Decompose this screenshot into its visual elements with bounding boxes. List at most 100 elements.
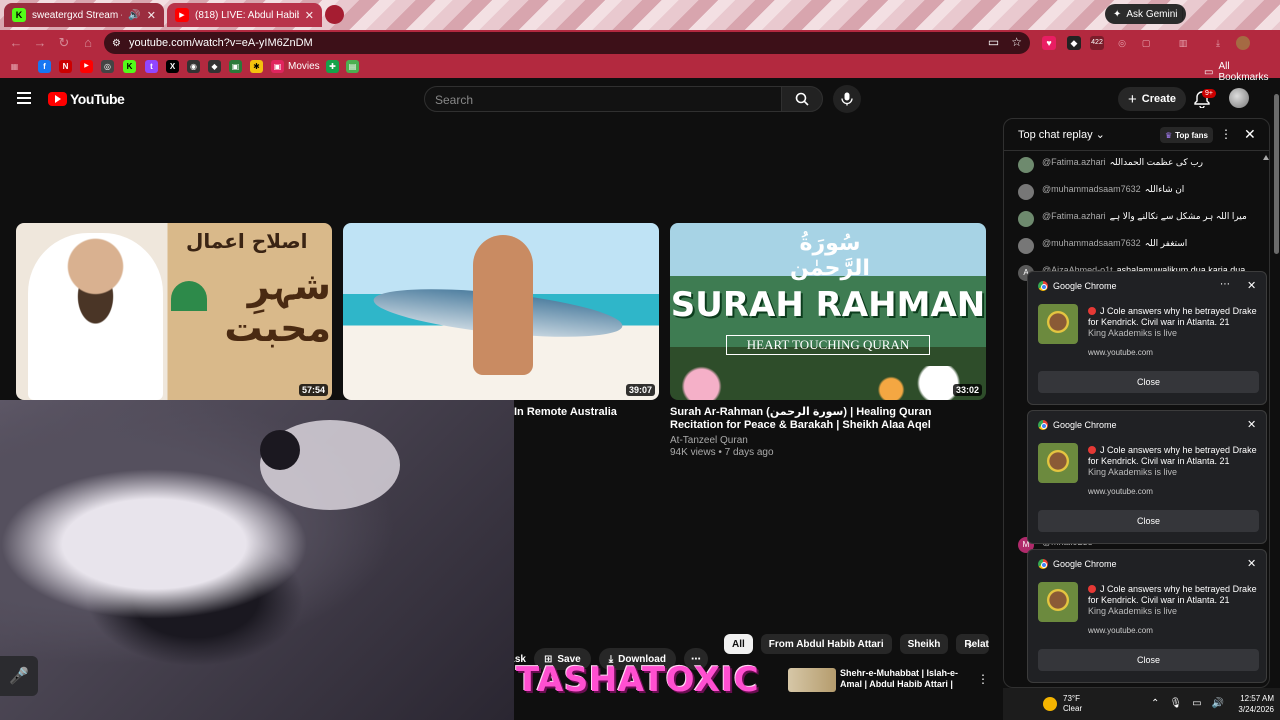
reload-icon[interactable]: ↻	[56, 35, 72, 51]
chat-author[interactable]: @Fatima.azhari	[1042, 211, 1106, 221]
video-title[interactable]: Surah Ar-Rahman (سورة الرحمن) | Healing …	[670, 406, 986, 432]
cast-icon[interactable]: ▭	[988, 35, 999, 49]
volume-icon[interactable]: 🔊	[1212, 698, 1224, 709]
x-icon[interactable]: X	[166, 60, 179, 73]
chat-mode-dropdown[interactable]: Top chat replay ⌄	[1018, 128, 1105, 141]
video-thumbnail[interactable]: سُورَةُ الرَّحمٰن SURAH RAHMAN HEART TOU…	[670, 223, 986, 400]
channel-name[interactable]: At-Tanzeel Quran	[670, 435, 986, 447]
extension-icon[interactable]: ✚	[326, 60, 339, 73]
chat-author[interactable]: @Fatima.azhari	[1042, 157, 1106, 167]
movies-icon[interactable]: ▣	[271, 60, 284, 73]
extension-badge[interactable]: 422	[1090, 36, 1104, 50]
next-video-title[interactable]: Shehr-e-Muhabbat | Islah-e-Amal | Abdul …	[840, 668, 970, 690]
side-panel-icon[interactable]: ▥	[1176, 36, 1190, 50]
close-icon[interactable]: ✕	[1247, 418, 1256, 431]
youtube-favicon-icon: ▶	[175, 8, 189, 22]
youtube-logo[interactable]: YouTube	[48, 91, 125, 107]
weather-widget[interactable]: 73°F Clear	[1043, 694, 1082, 714]
chat-author[interactable]: @muhammadsaam7632	[1042, 238, 1141, 248]
voice-search-button[interactable]	[833, 85, 861, 113]
speaker-icon[interactable]: 🔊	[128, 10, 140, 21]
site-info-icon[interactable]: ⚙	[112, 38, 121, 49]
mic-muted-icon[interactable]: 🎤	[0, 656, 38, 696]
video-thumbnail[interactable]: 39:07	[343, 223, 659, 400]
page-scroll-thumb[interactable]	[1274, 94, 1279, 254]
menu-icon[interactable]	[17, 92, 31, 104]
search-button[interactable]	[781, 86, 823, 112]
facebook-icon[interactable]: f	[38, 60, 51, 73]
extension-icon[interactable]: ◉	[187, 60, 200, 73]
video-card[interactable]: سُورَةُ الرَّحمٰن SURAH RAHMAN HEART TOU…	[670, 223, 986, 459]
chevron-right-icon[interactable]: ›	[968, 637, 972, 652]
extension-icon[interactable]: ◆	[1067, 36, 1081, 50]
address-bar[interactable]: ⚙ youtube.com/watch?v=eA-yIM6ZnDM ▭ ☆	[104, 32, 1030, 54]
notification-close-button[interactable]: Close	[1038, 510, 1259, 532]
network-icon[interactable]: ▭	[1192, 698, 1201, 709]
tab-close-icon[interactable]: ✕	[305, 9, 314, 22]
notification-more-icon[interactable]: ⋯	[1220, 279, 1230, 290]
folder-icon: ▭	[1204, 66, 1214, 78]
chip-from-channel[interactable]: From Abdul Habib Attari	[760, 634, 892, 654]
extension-icon[interactable]: ▣	[229, 60, 242, 73]
thumb-title: SURAH RAHMAN	[670, 285, 986, 325]
back-icon[interactable]: ←	[8, 35, 24, 51]
chip-all[interactable]: All	[724, 634, 753, 654]
notification-header: Google Chrome	[1038, 559, 1117, 569]
forward-icon[interactable]: →	[32, 35, 48, 51]
downloads-icon[interactable]: ⤓	[1211, 36, 1225, 50]
notification-image	[1038, 443, 1078, 483]
chat-author[interactable]: @muhammadsaam7632	[1042, 184, 1141, 194]
scroll-up-arrow[interactable]	[1263, 155, 1269, 160]
notification-close-button[interactable]: Close	[1038, 371, 1259, 393]
close-icon[interactable]: ✕	[1247, 557, 1256, 570]
video-thumbnail[interactable]: اصلاح اعمال شہرِ محبت 57:54	[16, 223, 332, 400]
notification-close-button[interactable]: Close	[1038, 649, 1259, 671]
bookmark-movies[interactable]: Movies	[288, 61, 320, 72]
new-tab-button[interactable]	[325, 5, 344, 24]
twitch-icon[interactable]: t	[145, 60, 158, 73]
netflix-icon[interactable]: N	[59, 60, 72, 73]
youtube-wordmark: YouTube	[70, 91, 125, 107]
microphone-icon[interactable]: 🎙	[1169, 698, 1182, 709]
bookmark-star-icon[interactable]: ☆	[1011, 35, 1022, 49]
youtube-icon[interactable]: ▶	[80, 60, 93, 73]
video-title[interactable]: In Remote Australia	[514, 406, 617, 419]
browser-tab-strip: K sweatergxd Stream - Watch 🔊 ✕ ▶ (818) …	[0, 0, 1280, 30]
ask-gemini-button[interactable]: ✦ Ask Gemini	[1105, 4, 1186, 24]
create-button[interactable]: + Create	[1118, 87, 1187, 111]
search-input[interactable]: Search	[424, 86, 782, 112]
account-avatar[interactable]	[1229, 88, 1249, 108]
chat-avatar	[1018, 211, 1034, 227]
close-icon[interactable]: ✕	[1244, 126, 1256, 143]
extension-icon[interactable]: ♥	[1042, 36, 1056, 50]
system-clock[interactable]: 12:57 AM 3/24/2026	[1234, 693, 1274, 715]
extension-icon[interactable]: ▤	[346, 60, 359, 73]
system-tray: ⌃ 🎙 ▭ 🔊	[1151, 698, 1224, 709]
close-icon[interactable]: ✕	[1247, 279, 1256, 292]
next-video-thumbnail[interactable]	[788, 668, 836, 692]
kick-icon[interactable]: K	[123, 60, 136, 73]
top-fans-button[interactable]: ♛ Top fans	[1160, 127, 1213, 143]
more-options-icon[interactable]: ⋮	[977, 672, 989, 686]
video-duration: 57:54	[298, 384, 328, 396]
chat-more-icon[interactable]: ⋮	[1220, 127, 1232, 141]
tab-sweatergxd[interactable]: K sweatergxd Stream - Watch 🔊 ✕	[4, 3, 164, 27]
extension-icon[interactable]: ◆	[208, 60, 221, 73]
video-card[interactable]: 39:07	[343, 223, 659, 400]
video-duration: 39:07	[625, 384, 655, 396]
video-card[interactable]: اصلاح اعمال شہرِ محبت 57:54	[16, 223, 332, 400]
extension-icon[interactable]: ▢	[1139, 36, 1153, 50]
tab-youtube-live[interactable]: ▶ (818) LIVE: Abdul Habib Attari ✕	[167, 3, 322, 27]
profile-avatar[interactable]	[1236, 36, 1250, 50]
extension-icon[interactable]: ✱	[250, 60, 263, 73]
chevron-up-icon[interactable]: ⌃	[1151, 698, 1159, 709]
apps-grid-icon[interactable]: ▦	[8, 60, 21, 73]
next-video-item[interactable]: Shehr-e-Muhabbat | Islah-e-Amal | Abdul …	[788, 668, 993, 692]
chip-sheikh[interactable]: Sheikh	[899, 634, 949, 654]
extension-icon[interactable]: ◎	[1115, 36, 1129, 50]
chip-related[interactable]: Relat	[956, 634, 989, 654]
home-icon[interactable]: ⌂	[80, 35, 96, 51]
page-scrollbar[interactable]	[1272, 80, 1280, 688]
tab-close-icon[interactable]: ✕	[147, 9, 156, 22]
instagram-icon[interactable]: ◎	[101, 60, 114, 73]
